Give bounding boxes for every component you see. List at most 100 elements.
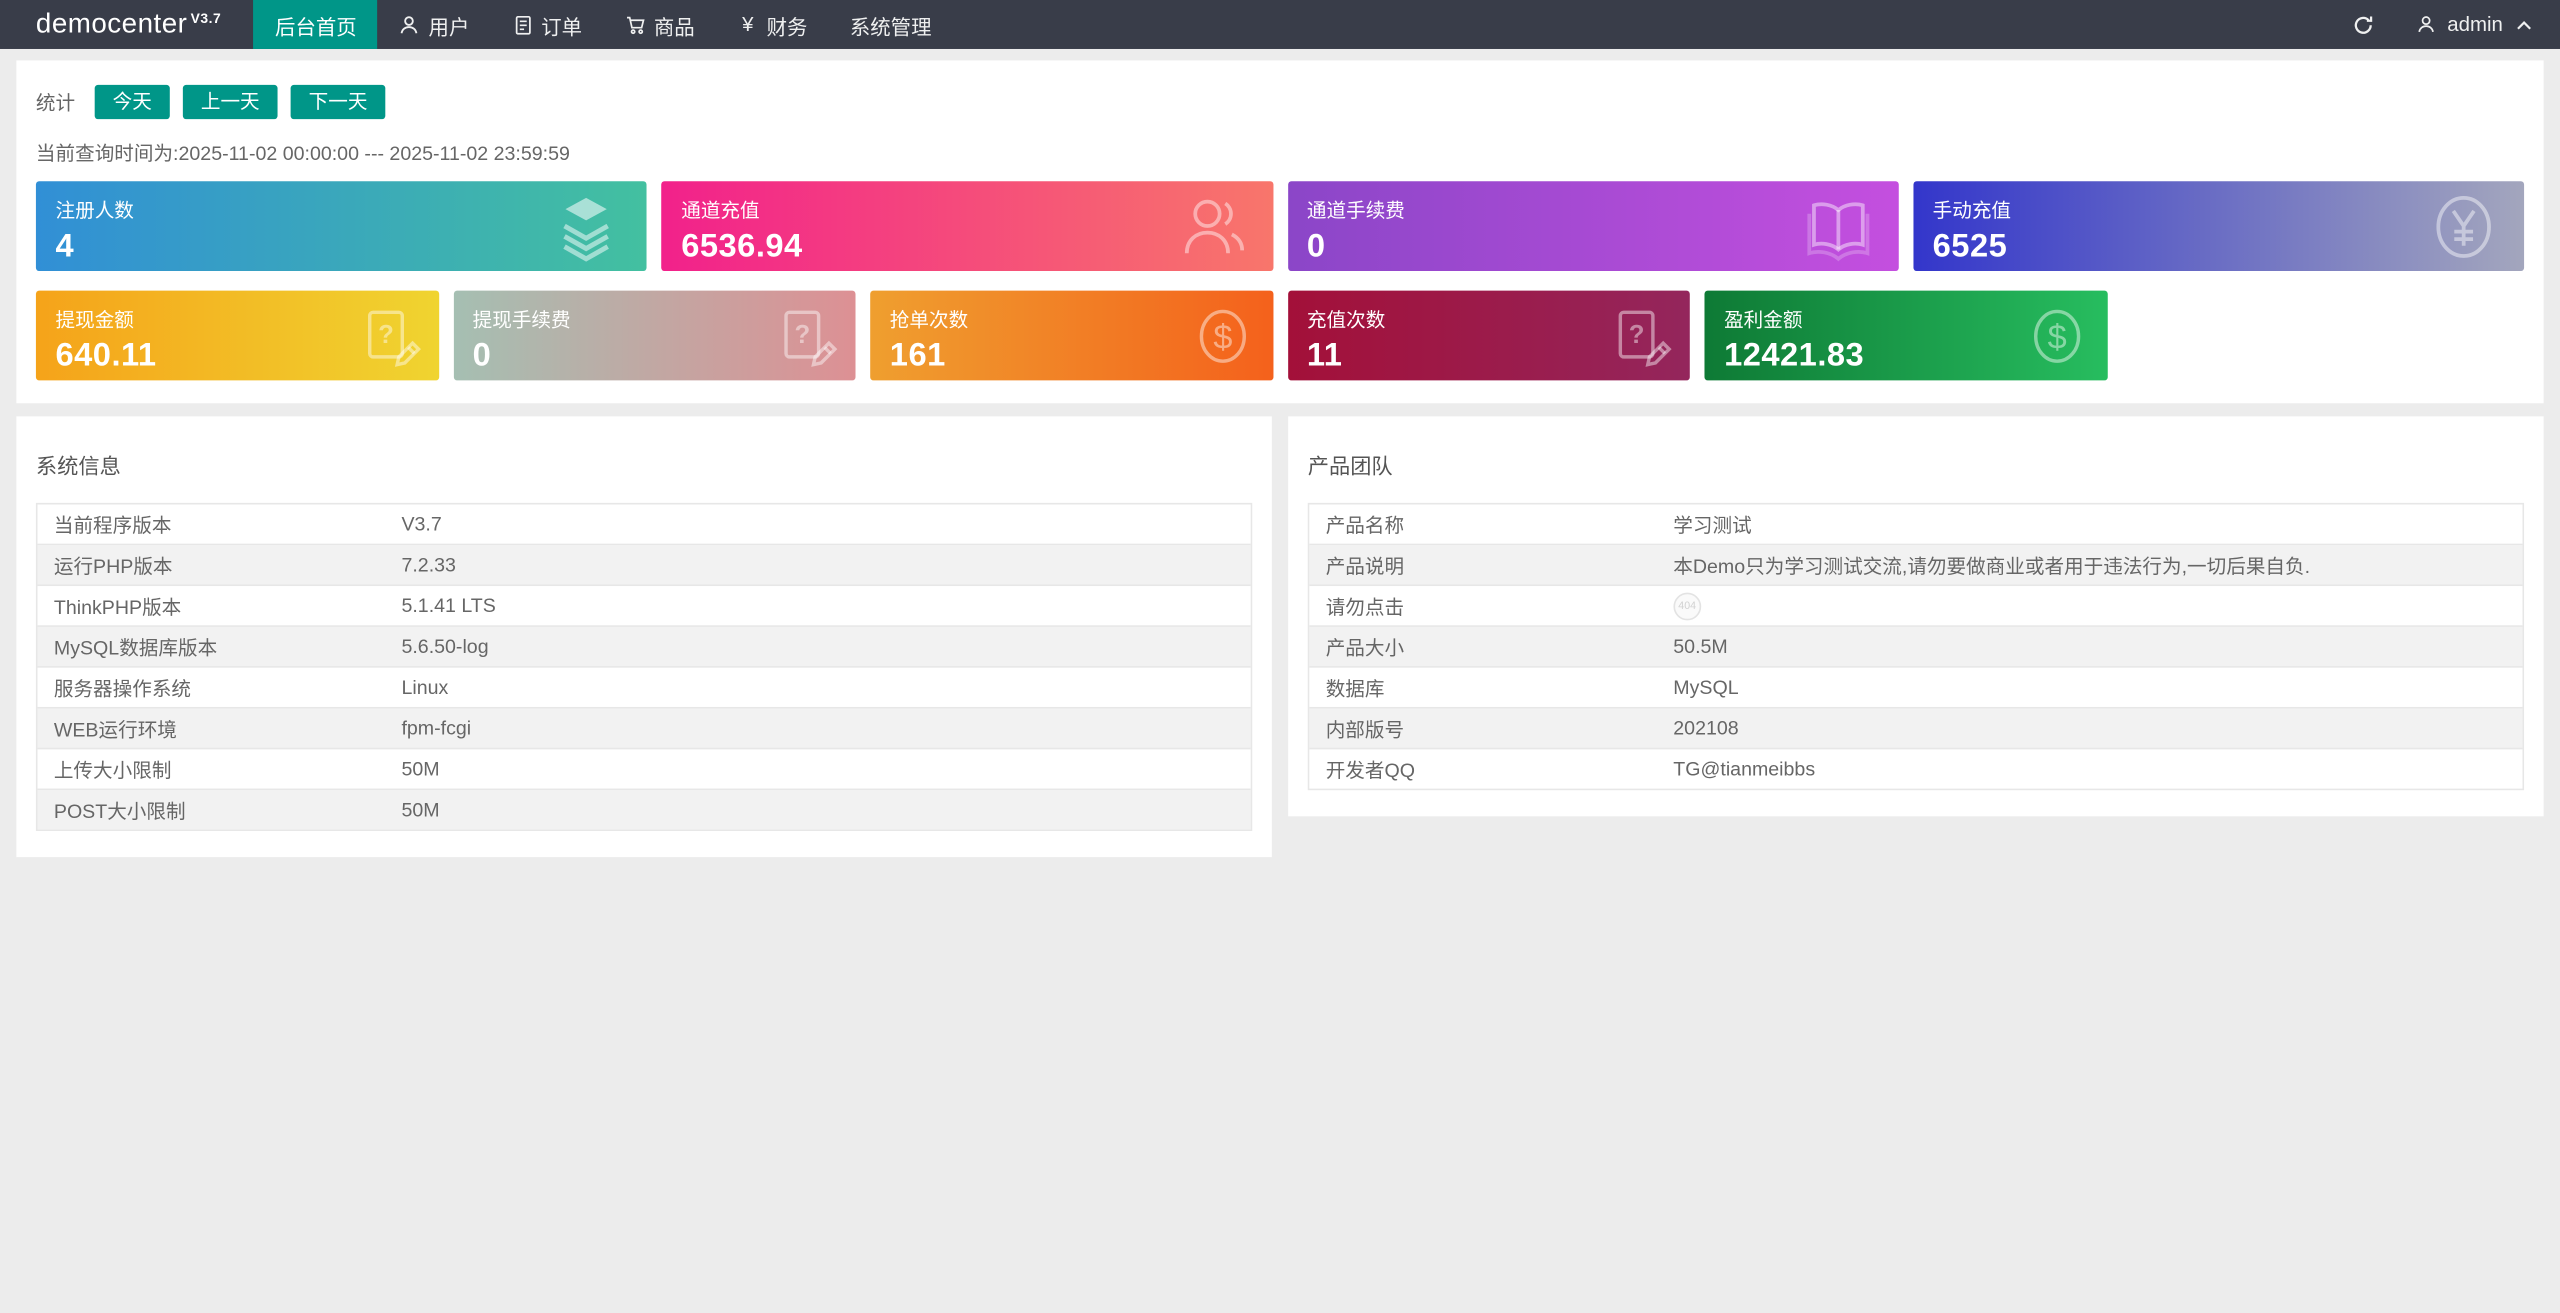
row-label: 内部版号 [1325, 717, 1405, 741]
stat-card-title: 通道手续费 [1306, 199, 1405, 223]
row-label: 开发者QQ [1325, 758, 1415, 782]
row-label: 服务器操作系统 [53, 676, 192, 700]
brand-name: democenter [35, 8, 188, 40]
document-icon [512, 14, 533, 35]
refresh-button[interactable] [2330, 0, 2397, 49]
table-row: 数据库 MySQL [1309, 667, 2523, 709]
row-label: 产品名称 [1325, 513, 1405, 537]
stats-label: 统计 [35, 91, 76, 115]
badge-404-link[interactable]: 404 [1673, 592, 1702, 621]
row-value: 7.2.33 [401, 553, 456, 577]
navbar-right: admin [2330, 0, 2560, 49]
product-team-table: 产品名称 学习测试产品说明 本Demo只为学习测试交流,请勿要做商业或者用于违法行为… [1307, 502, 2525, 791]
stat-card-value: 6525 [1932, 228, 2008, 265]
nav-item-finance[interactable]: ¥ 财务 [716, 0, 829, 49]
system-info-panel: 系统信息 当前程序版本 V3.7 运行PHP版本 7.2.33 ThinkPHP版本 5.… [16, 416, 1272, 858]
stat-card-title: 手动充值 [1932, 199, 2012, 223]
stat-card-registered-users: 注册人数 4 [35, 181, 647, 272]
table-row: 上传大小限制 50M [37, 749, 1251, 791]
row-label: ThinkPHP版本 [53, 595, 182, 618]
system-info-table: 当前程序版本 V3.7 运行PHP版本 7.2.33 ThinkPHP版本 5.1.41 … [35, 502, 1253, 832]
row-label: 产品说明 [1325, 554, 1405, 578]
table-row: 服务器操作系统 Linux [37, 667, 1251, 709]
nav-item-label: 商品 [653, 15, 695, 39]
svg-text:?: ? [1629, 320, 1645, 348]
brand-version: V3.7 [190, 9, 222, 27]
row-label: 产品大小 [1325, 635, 1405, 659]
nav-item-label: 后台首页 [275, 15, 357, 39]
row-value: 学习测试 [1673, 513, 1752, 537]
row-value: 5.1.41 LTS [401, 594, 496, 618]
nav-item-goods[interactable]: 商品 [603, 0, 716, 49]
stats-toolbar: 统计 今天 上一天 下一天 [35, 84, 2524, 120]
row-label: 当前程序版本 [53, 513, 172, 537]
row-value: 本Demo只为学习测试交流,请勿要做商业或者用于违法行为,一切后果自负. [1673, 554, 2311, 578]
row-label: 数据库 [1325, 676, 1385, 700]
admin-username: admin [2447, 13, 2503, 36]
table-row: 产品名称 学习测试 [1309, 504, 2523, 546]
svg-text:?: ? [794, 320, 810, 348]
row-value: Linux [401, 675, 449, 699]
row-value: fpm-fcgi [401, 716, 472, 740]
query-time-text: 当前查询时间为:2025-11-02 00:00:00 --- 2025-11-… [35, 142, 570, 165]
dollar-circle-icon: $ [1188, 301, 1257, 370]
yen-icon: ¥ [742, 12, 754, 36]
doc-edit-icon: ? [771, 301, 840, 370]
main-nav: 后台首页 用户 订单 商品 ¥ 财务 系统管理 [253, 0, 953, 49]
row-value: TG@tianmeibbs [1673, 757, 1816, 781]
stat-card-withdraw-amount: 提现金额 640.11? [35, 290, 439, 381]
nav-item-orders[interactable]: 订单 [491, 0, 604, 49]
table-row: 产品说明 本Demo只为学习测试交流,请勿要做商业或者用于违法行为,一切后果自负. [1309, 545, 2523, 587]
nav-item-label: 系统管理 [849, 15, 932, 39]
user-icon [2416, 14, 2437, 35]
stat-card-manual-recharge: 手动充值 6525 [1913, 181, 2525, 272]
stat-card-profit-amount: 盈利金额 12421.83 $ [1704, 290, 2107, 381]
row-label: WEB运行环境 [53, 717, 177, 741]
stats-button-next-day[interactable]: 下一天 [290, 84, 386, 120]
stat-card-grab-order-count: 抢单次数 161 $ [870, 290, 1273, 381]
system-info-title: 系统信息 [35, 453, 121, 479]
stat-cards-grid: 注册人数 4 通道充值 6536.94 通道手续费 0 手动充值 6525 提现金额 640.11… [35, 181, 2525, 381]
table-row: 内部版号 202108 [1309, 708, 2523, 750]
nav-item-label: 用户 [428, 15, 470, 39]
table-row: 开发者QQ TG@tianmeibbs [1309, 749, 2523, 789]
doc-edit-icon: ? [353, 301, 422, 370]
doc-edit-icon: ? [1605, 301, 1674, 370]
date-range-buttons: 今天 上一天 下一天 [82, 84, 386, 120]
brand-logo[interactable]: democenter V3.7 [0, 0, 254, 49]
nav-item-home[interactable]: 后台首页 [253, 0, 378, 49]
stat-card-value: 6536.94 [681, 228, 803, 265]
table-row: 请勿点击 404 [1309, 586, 2523, 627]
stat-card-value: 0 [1306, 228, 1326, 265]
stat-card-value: 4 [55, 228, 75, 265]
table-row: 运行PHP版本 7.2.33 [37, 545, 1251, 587]
row-label: MySQL数据库版本 [53, 635, 218, 659]
table-row: WEB运行环境 fpm-fcgi [37, 708, 1251, 750]
stats-button-today[interactable]: 今天 [94, 84, 170, 120]
product-team-panel: 产品团队 产品名称 学习测试 产品说明 本Demo只为学习测试交流,请勿要做商业或者用… [1288, 416, 2544, 817]
admin-menu[interactable]: admin [2397, 0, 2560, 49]
users-icon [1175, 189, 1250, 264]
top-navbar: democenter V3.7 后台首页 用户 订单 商品 ¥ 财务 系统管理 admin [0, 0, 2560, 49]
svg-text:$: $ [1213, 318, 1232, 356]
yen-circle-icon [2426, 189, 2501, 264]
refresh-icon [2354, 15, 2373, 34]
svg-text:?: ? [377, 320, 393, 348]
stats-panel: 统计 今天 上一天 下一天 当前查询时间为:2025-11-02 00:00:00 … [16, 60, 2544, 404]
stat-card-channel-fee: 通道手续费 0 [1287, 181, 1899, 272]
svg-text:$: $ [2047, 318, 2066, 356]
row-label: 请勿点击 [1325, 595, 1405, 618]
page: democenter V3.7 后台首页 用户 订单 商品 ¥ 财务 系统管理 admin 统… [0, 0, 2560, 1313]
row-value: 202108 [1673, 716, 1739, 740]
stats-button-prev-day[interactable]: 上一天 [182, 84, 278, 120]
book-icon [1800, 189, 1875, 264]
nav-item-label: 订单 [541, 15, 583, 39]
nav-item-system[interactable]: 系统管理 [829, 0, 953, 49]
nav-item-users[interactable]: 用户 [378, 0, 491, 49]
row-label: 运行PHP版本 [53, 554, 173, 578]
row-value: 404 [1673, 591, 2522, 621]
row-value: 50.5M [1673, 635, 1728, 658]
dollar-circle-icon: $ [2022, 301, 2091, 370]
row-value: MySQL [1673, 675, 1739, 699]
table-row: 当前程序版本 V3.7 [37, 504, 1251, 546]
